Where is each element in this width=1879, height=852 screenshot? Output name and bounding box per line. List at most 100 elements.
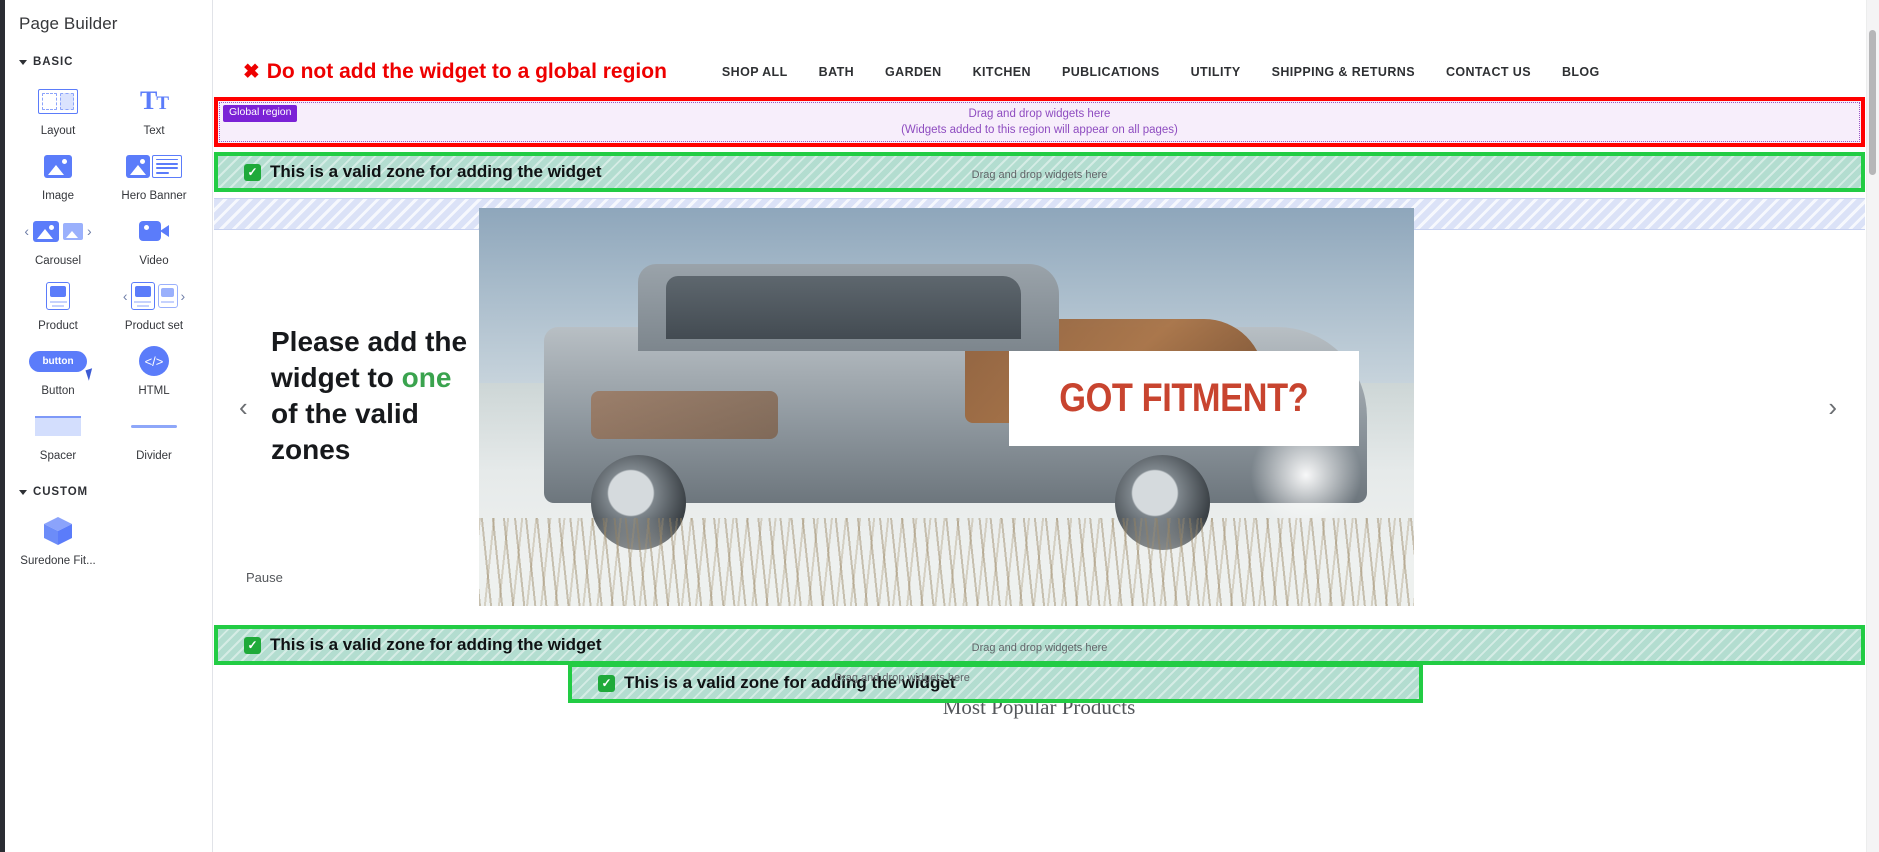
cross-mark-icon: ✖: [243, 61, 260, 83]
hero-headline: Please add the widget to one of the vali…: [271, 324, 476, 468]
divider-icon: [131, 409, 177, 443]
product-icon: [46, 279, 70, 313]
page-canvas: ✖ Do not add the widget to a global regi…: [213, 0, 1879, 852]
widget-divider[interactable]: Divider: [106, 403, 202, 464]
chevron-left-icon: ‹: [122, 288, 128, 304]
text-icon: TT: [139, 86, 169, 115]
chevron-right-icon: ›: [87, 223, 92, 239]
check-mark-icon: ✓: [598, 674, 615, 692]
widget-layout[interactable]: Layout: [10, 78, 106, 139]
global-region-highlight: Global region Drag and drop widgets here…: [214, 97, 1865, 147]
hero-carousel: GOT FITMENT? Please add the widget to on…: [214, 198, 1865, 616]
nav-item-bath[interactable]: BATH: [819, 65, 854, 79]
nav-item-contact-us[interactable]: CONTACT US: [1446, 65, 1531, 79]
nav-item-publications[interactable]: PUBLICATIONS: [1062, 65, 1160, 79]
nav-item-shop-all[interactable]: SHOP ALL: [722, 65, 788, 79]
button-icon-label: button: [42, 355, 74, 367]
image-icon: [44, 149, 72, 183]
nav-item-shipping-returns[interactable]: SHIPPING & RETURNS: [1272, 65, 1415, 79]
widget-label: Button: [41, 385, 75, 397]
nav-item-kitchen[interactable]: KITCHEN: [973, 65, 1031, 79]
valid-zone-text: This is a valid zone for adding the widg…: [270, 162, 602, 181]
widget-image[interactable]: Image: [10, 143, 106, 204]
spacer-icon: [35, 409, 81, 443]
carousel-next-arrow-icon[interactable]: ›: [1828, 394, 1837, 420]
valid-zone-label: ✓ This is a valid zone for adding the wi…: [244, 162, 602, 182]
widget-label: Carousel: [34, 255, 82, 267]
widget-label: Product: [38, 320, 78, 332]
check-mark-icon: ✓: [244, 636, 261, 654]
widget-sidebar: Page Builder BASIC Layout TT Text Image …: [0, 0, 213, 852]
carousel-pause-button[interactable]: Pause: [246, 570, 283, 585]
widget-hero-banner[interactable]: Hero Banner: [106, 143, 202, 204]
vertical-scrollbar-thumb[interactable]: [1869, 30, 1876, 175]
carousel-prev-arrow-icon[interactable]: ‹: [239, 394, 248, 420]
section-header-basic[interactable]: BASIC: [0, 34, 212, 74]
hero-headline-part2: of the valid zones: [271, 397, 419, 466]
widget-suredone-fitment[interactable]: Suredone Fit...: [10, 508, 106, 569]
site-header: ✖ Do not add the widget to a global regi…: [213, 50, 1865, 94]
widget-label: Video: [139, 255, 169, 267]
cube-icon: [41, 514, 75, 548]
chevron-right-icon: ›: [180, 288, 186, 304]
section-label-custom: CUSTOM: [33, 486, 89, 498]
global-region-note: (Widgets added to this region will appea…: [901, 124, 1178, 136]
widget-label: Hero Banner: [121, 190, 187, 202]
widget-label: Suredone Fit...: [20, 555, 96, 567]
valid-zone-top[interactable]: ✓ This is a valid zone for adding the wi…: [214, 152, 1865, 192]
chevron-left-icon: ‹: [24, 223, 29, 239]
global-region-warning: ✖ Do not add the widget to a global regi…: [243, 60, 667, 84]
caret-down-icon: [19, 60, 27, 65]
widget-label: Product set: [124, 320, 184, 332]
widget-label: Layout: [40, 125, 76, 137]
check-mark-icon: ✓: [244, 163, 261, 181]
nav-item-garden[interactable]: GARDEN: [885, 65, 942, 79]
fitment-headline: GOT FITMENT?: [1059, 376, 1309, 420]
widget-label: Spacer: [39, 450, 77, 462]
vertical-scrollbar-track[interactable]: [1866, 0, 1879, 852]
video-icon: [139, 214, 169, 248]
nav-item-blog[interactable]: BLOG: [1562, 65, 1600, 79]
hero-headline-highlight: one: [401, 361, 452, 393]
valid-zone-middle[interactable]: ✓ This is a valid zone for adding the wi…: [214, 625, 1865, 665]
hero-banner-icon: [126, 149, 182, 183]
widget-video[interactable]: Video: [106, 208, 202, 269]
widget-label: Image: [42, 190, 74, 202]
valid-zone-label: ✓ This is a valid zone for adding the wi…: [244, 635, 602, 655]
widget-button[interactable]: button Button: [10, 338, 106, 399]
widget-label: Text: [143, 125, 165, 137]
page-title: Page Builder: [19, 14, 118, 33]
widget-label: Divider: [136, 450, 172, 462]
hero-image: GOT FITMENT?: [479, 208, 1414, 606]
nav-item-utility[interactable]: UTILITY: [1191, 65, 1241, 79]
valid-zone-label: ✓ This is a valid zone for adding the wi…: [598, 673, 956, 693]
global-region-drop-text: Drag and drop widgets here: [968, 107, 1111, 120]
layout-icon: [38, 84, 78, 118]
widget-grid-basic: Layout TT Text Image Hero Banner ‹ › Car…: [0, 74, 212, 464]
valid-zone-bottom[interactable]: ✓ This is a valid zone for adding the wi…: [568, 663, 1423, 703]
widget-text[interactable]: TT Text: [106, 78, 202, 139]
carousel-icon: ‹ ›: [24, 214, 92, 248]
site-nav: SHOP ALL BATH GARDEN KITCHEN PUBLICATION…: [722, 65, 1600, 79]
global-region-badge: Global region: [223, 105, 298, 122]
widget-product-set[interactable]: ‹ › Product set: [106, 273, 202, 334]
widget-carousel[interactable]: ‹ › Carousel: [10, 208, 106, 269]
page-builder-app: Page Builder BASIC Layout TT Text Image …: [0, 0, 1879, 852]
button-icon: button: [29, 344, 96, 381]
section-header-custom[interactable]: CUSTOM: [0, 464, 212, 504]
widget-label: HTML: [138, 385, 170, 397]
widget-html[interactable]: </> HTML: [106, 338, 202, 399]
product-set-icon: ‹ ›: [123, 279, 185, 313]
caret-down-icon: [19, 490, 27, 495]
global-region-warning-text: Do not add the widget to a global region: [266, 60, 667, 83]
fitment-overlay-card: GOT FITMENT?: [1009, 351, 1359, 446]
widget-grid-custom: Suredone Fit...: [0, 504, 212, 569]
widget-spacer[interactable]: Spacer: [10, 403, 106, 464]
sidebar-edge: [0, 0, 5, 852]
widget-product[interactable]: Product: [10, 273, 106, 334]
valid-zone-text: This is a valid zone for adding the widg…: [270, 635, 602, 654]
preview-page: ✖ Do not add the widget to a global regi…: [213, 0, 1879, 852]
section-label-basic: BASIC: [33, 56, 74, 68]
global-region-dropzone[interactable]: Global region Drag and drop widgets here…: [219, 102, 1860, 142]
valid-zone-text: This is a valid zone for adding the widg…: [624, 673, 956, 692]
